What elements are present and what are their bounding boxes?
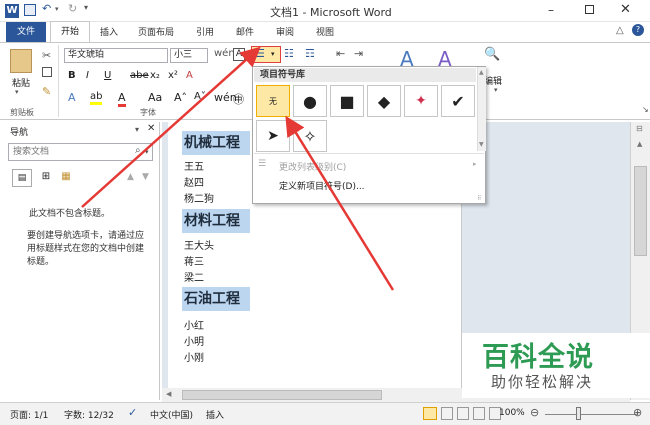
arrow-to-bullets-button xyxy=(81,46,261,208)
arrow-to-arrow-bullet xyxy=(285,115,395,291)
annotation-arrows xyxy=(81,46,395,291)
